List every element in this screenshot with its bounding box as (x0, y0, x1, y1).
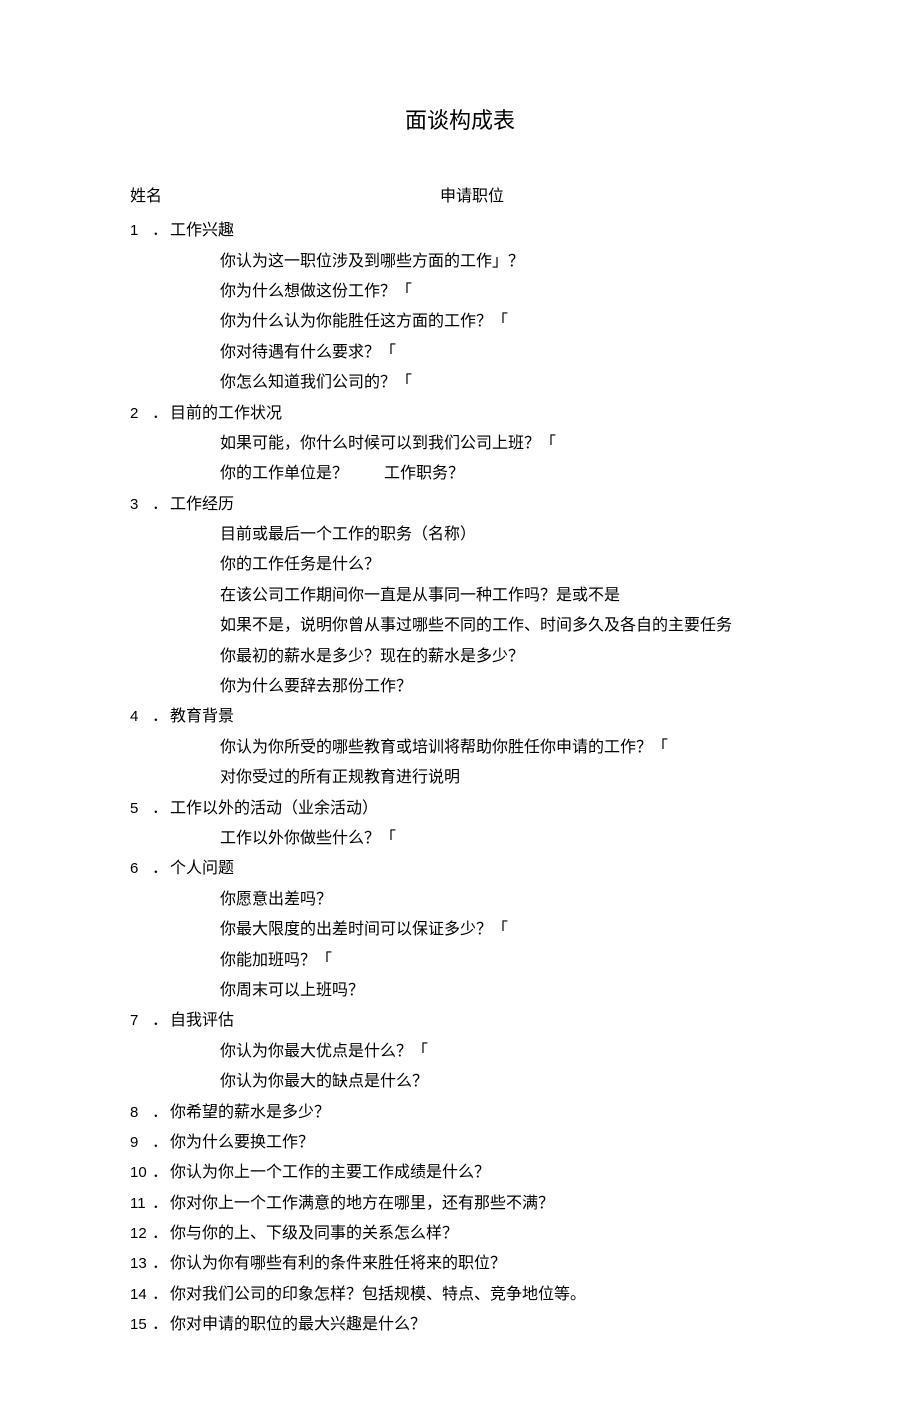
question-text: 你对申请的职位的最大兴趣是什么？ (170, 1310, 790, 1340)
section-title: 工作兴趣 (170, 216, 790, 246)
section-number: 10 (130, 1159, 152, 1188)
section-dot: ． (152, 1158, 170, 1188)
section-number: 1 (130, 217, 152, 246)
section-number: 4 (130, 703, 152, 732)
section-7-heading: 7 ． 自我评估 (130, 1006, 790, 1036)
question-text: 你对我们公司的印象怎样？包括规模、特点、竞争地位等。 (170, 1280, 790, 1310)
question-item: 你的工作任务是什么？ (130, 550, 790, 580)
question-text: 你认为你上一个工作的主要工作成绩是什么？ (170, 1158, 790, 1188)
question-item: 对你受过的所有正规教育进行说明 (130, 763, 790, 793)
section-dot: ． (152, 1006, 170, 1036)
question-item: 目前或最后一个工作的职务（名称） (130, 520, 790, 550)
section-number: 2 (130, 400, 152, 429)
section-dot: ． (152, 1280, 170, 1310)
question-item: 你最初的薪水是多少？现在的薪水是多少？ (130, 642, 790, 672)
question-item: 你为什么想做这份工作？「 (130, 277, 790, 307)
section-title: 教育背景 (170, 702, 790, 732)
section-5-heading: 5 ． 工作以外的活动（业余活动） (130, 794, 790, 824)
section-dot: ． (152, 216, 170, 246)
question-text: 你对你上一个工作满意的地方在哪里，还有那些不满？ (170, 1189, 790, 1219)
section-title: 工作经历 (170, 490, 790, 520)
section-number: 7 (130, 1007, 152, 1036)
question-item: 你认为这一职位涉及到哪些方面的工作」？ (130, 247, 790, 277)
applicant-header-row: 姓名 申请职位 (130, 182, 790, 212)
section-number: 13 (130, 1250, 152, 1279)
section-number: 3 (130, 491, 152, 520)
name-label: 姓名 (130, 182, 440, 212)
page-title: 面谈构成表 (130, 100, 790, 142)
section-number: 6 (130, 855, 152, 884)
section-title: 目前的工作状况 (170, 399, 790, 429)
section-3-heading: 3 ． 工作经历 (130, 490, 790, 520)
question-item: 你周末可以上班吗？ (130, 976, 790, 1006)
section-dot: ． (152, 1189, 170, 1219)
section-dot: ． (152, 399, 170, 429)
section-dot: ． (152, 1128, 170, 1158)
section-11: 11 ． 你对你上一个工作满意的地方在哪里，还有那些不满？ (130, 1189, 790, 1219)
question-text: 你希望的薪水是多少？ (170, 1098, 790, 1128)
section-dot: ． (152, 1219, 170, 1249)
section-4-heading: 4 ． 教育背景 (130, 702, 790, 732)
question-item: 你认为你所受的哪些教育或培训将帮助你胜任你申请的工作？「 (130, 733, 790, 763)
question-item: 你认为你最大的缺点是什么？ (130, 1067, 790, 1097)
question-text: 你认为你有哪些有利的条件来胜任将来的职位？ (170, 1249, 790, 1279)
section-dot: ． (152, 1310, 170, 1340)
question-part: 工作职务？ (384, 465, 464, 482)
question-item: 你的工作单位是？ 工作职务？ (130, 459, 790, 489)
section-2-heading: 2 ． 目前的工作状况 (130, 399, 790, 429)
section-number: 14 (130, 1281, 152, 1310)
question-item: 如果可能，你什么时候可以到我们公司上班？「 (130, 429, 790, 459)
question-item: 在该公司工作期间你一直是从事同一种工作吗？是或不是 (130, 581, 790, 611)
section-dot: ． (152, 854, 170, 884)
section-8: 8 ． 你希望的薪水是多少？ (130, 1098, 790, 1128)
question-item: 你愿意出差吗？ (130, 885, 790, 915)
section-10: 10 ． 你认为你上一个工作的主要工作成绩是什么？ (130, 1158, 790, 1188)
question-item: 你认为你最大优点是什么？「 (130, 1037, 790, 1067)
question-part: 你的工作单位是？ (220, 465, 348, 482)
section-number: 8 (130, 1099, 152, 1128)
question-item: 你最大限度的出差时间可以保证多少？「 (130, 915, 790, 945)
section-dot: ． (152, 1098, 170, 1128)
section-dot: ． (152, 794, 170, 824)
section-dot: ． (152, 490, 170, 520)
section-number: 15 (130, 1311, 152, 1340)
section-9: 9 ． 你为什么要换工作？ (130, 1128, 790, 1158)
question-item: 你能加班吗？「 (130, 946, 790, 976)
section-number: 9 (130, 1129, 152, 1158)
section-number: 5 (130, 795, 152, 824)
question-item: 如果不是，说明你曾从事过哪些不同的工作、时间多久及各自的主要任务 (130, 611, 790, 641)
section-title: 个人问题 (170, 854, 790, 884)
section-dot: ． (152, 1249, 170, 1279)
question-item: 你怎么知道我们公司的？「 (130, 368, 790, 398)
question-item: 你为什么要辞去那份工作？ (130, 672, 790, 702)
section-title: 工作以外的活动（业余活动） (170, 794, 790, 824)
question-item: 你对待遇有什么要求？「 (130, 338, 790, 368)
section-1-heading: 1 ． 工作兴趣 (130, 216, 790, 246)
section-dot: ． (152, 702, 170, 732)
document-page: 面谈构成表 姓名 申请职位 1 ． 工作兴趣 你认为这一职位涉及到哪些方面的工作… (0, 0, 920, 1421)
question-item: 工作以外你做些什么？「 (130, 824, 790, 854)
section-6-heading: 6 ． 个人问题 (130, 854, 790, 884)
question-text: 你为什么要换工作？ (170, 1128, 790, 1158)
section-title: 自我评估 (170, 1006, 790, 1036)
position-label: 申请职位 (440, 182, 504, 212)
section-14: 14 ． 你对我们公司的印象怎样？包括规模、特点、竞争地位等。 (130, 1280, 790, 1310)
section-13: 13 ． 你认为你有哪些有利的条件来胜任将来的职位？ (130, 1249, 790, 1279)
question-item: 你为什么认为你能胜任这方面的工作？「 (130, 307, 790, 337)
section-number: 11 (130, 1190, 152, 1219)
question-text: 你与你的上、下级及同事的关系怎么样？ (170, 1219, 790, 1249)
section-12: 12 ． 你与你的上、下级及同事的关系怎么样？ (130, 1219, 790, 1249)
section-number: 12 (130, 1220, 152, 1249)
section-15: 15 ． 你对申请的职位的最大兴趣是什么？ (130, 1310, 790, 1340)
